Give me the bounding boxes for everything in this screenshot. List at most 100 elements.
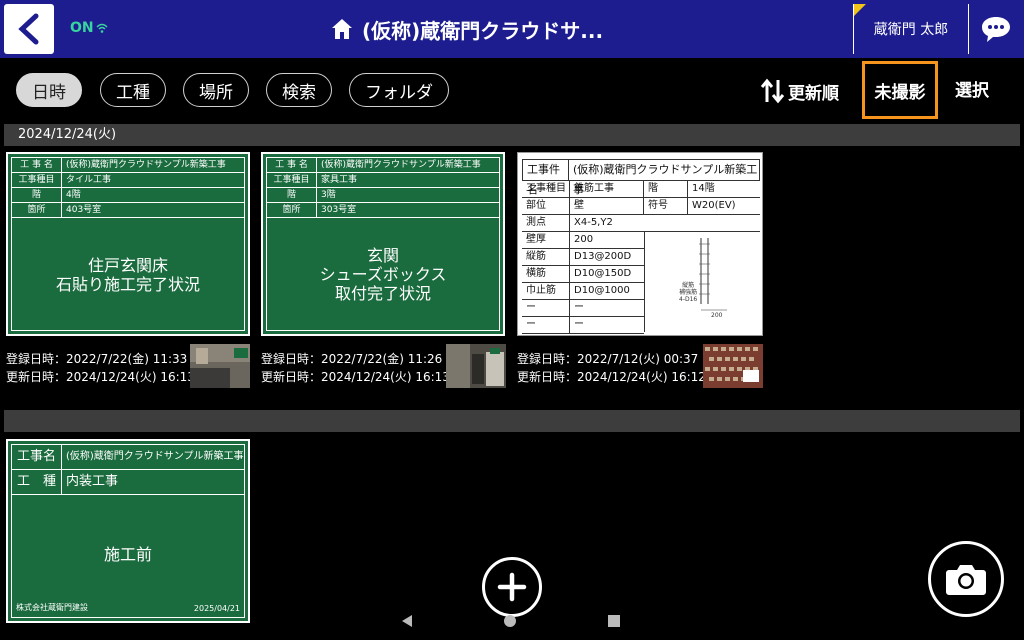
wboard-value: (仮称)蔵衛門クラウドサンプル新築工事 — [572, 163, 758, 196]
wboard-value: 14階 — [692, 183, 715, 194]
page-title-group[interactable]: (仮称)蔵衛門クラウドサ... — [330, 12, 603, 46]
photo-thumbnail[interactable] — [703, 344, 763, 388]
wboard-row: 測点 X4-5,Y2 — [522, 215, 760, 232]
sort-label: 更新順 — [788, 83, 839, 104]
board-key: 箇所 — [267, 203, 317, 217]
filter-location-button[interactable]: 場所 — [183, 73, 249, 107]
wboard-row: ー ー — [522, 317, 644, 334]
filter-toolbar: 日時 工種 場所 検索 フォルダ 更新順 未撮影 選択 — [0, 58, 1024, 124]
board-description: 住戸玄関床 石貼り施工完了状況 — [12, 256, 244, 294]
updated-date: 更新日時：2024/12/24(火) 16:13 — [6, 370, 195, 384]
filter-work-type-button[interactable]: 工種 — [100, 73, 166, 107]
date-group-header — [4, 410, 1020, 432]
camera-button[interactable] — [928, 541, 1004, 617]
nav-recents-icon[interactable] — [608, 615, 620, 627]
wboard-value: D13@200D — [574, 251, 632, 262]
board-value: 3階 — [321, 190, 336, 200]
wboard-row: 壁厚 200 — [522, 232, 644, 249]
connection-status-label: ON — [70, 20, 94, 36]
wboard-sketch-area: 縦筋 補強筋 4-D16 200 — [644, 232, 760, 332]
board-key: 階 — [267, 188, 317, 202]
wboard-key: 壁厚 — [522, 232, 570, 248]
photo-meta: 登録日時：2022/7/22(金) 11:26 更新日時：2024/12/24(… — [261, 350, 450, 386]
chat-button[interactable] — [972, 4, 1020, 54]
sketch-label: 200 — [711, 312, 723, 319]
wifi-icon — [96, 23, 108, 33]
blackboard-table: 工 事 名 (仮称)蔵衛門クラウドサンプル新築工事 工事種目 家具工事 階 3階 箇所… — [267, 158, 499, 218]
wboard-key: 符号 — [644, 198, 688, 214]
sort-arrows-icon — [760, 78, 785, 104]
updated-date: 更新日時：2024/12/24(火) 16:13 — [261, 370, 450, 384]
filter-date-button[interactable]: 日時 — [16, 73, 82, 107]
board-key: 工 種 — [12, 470, 62, 494]
app-header: ON (仮称)蔵衛門クラウドサ... 蔵衛門 太郎 — [0, 0, 1024, 58]
photo-thumbnail[interactable] — [190, 344, 250, 388]
photo-meta: 登録日時：2022/7/22(金) 11:33 更新日時：2024/12/24(… — [6, 350, 195, 386]
sketch-labels: 縦筋 補強筋 4-D16 — [679, 282, 697, 303]
filter-search-button[interactable]: 検索 — [266, 73, 332, 107]
wboard-key: ー — [522, 317, 570, 333]
add-button[interactable] — [482, 557, 542, 617]
board-value: (仮称)蔵衛門クラウドサンプル新築工事 — [321, 160, 481, 170]
board-description-line: 取付完了状況 — [334, 284, 431, 303]
photo-card[interactable]: 工事名 (仮称)蔵衛門クラウドサンプル新築工事 工 種内装工事 施工前 株式会社蔵… — [6, 439, 250, 623]
plus-icon — [497, 572, 527, 602]
board-value: 内装工事 — [66, 474, 119, 489]
board-key: 工 事 名 — [267, 158, 317, 172]
wboard-key: 工事種目 — [522, 181, 570, 197]
unshot-button[interactable]: 未撮影 — [862, 61, 938, 119]
user-corner-marker — [854, 4, 866, 16]
board-description-line: シューズボックス — [319, 265, 447, 284]
registered-date: 登録日時：2022/7/12(火) 00:37 — [517, 352, 699, 366]
photo-thumbnail[interactable] — [446, 344, 506, 388]
nav-back-icon[interactable] — [402, 615, 412, 627]
wboard-key: 工事件名 — [523, 160, 569, 196]
board-key: 工 事 名 — [12, 158, 62, 172]
wboard-value: D10@1000 — [574, 285, 630, 296]
blackboard-table: 工 事 名 (仮称)蔵衛門クラウドサンプル新築工事 工事種目 タイル工事 階 4階 箇… — [12, 158, 244, 218]
wboard-value: X4-5,Y2 — [574, 217, 613, 228]
page-title: (仮称)蔵衛門クラウドサ... — [362, 18, 604, 43]
home-icon — [332, 19, 352, 39]
sketch-label: 縦筋 — [682, 282, 695, 289]
wboard-value: 鉄筋工事 — [570, 181, 644, 197]
board-footer-date: 2025/04/21 — [193, 604, 240, 613]
filter-folder-button[interactable]: フォルダ — [349, 73, 449, 107]
board-value: 403号室 — [66, 205, 102, 215]
photo-card[interactable]: 工 事 名 (仮称)蔵衛門クラウドサンプル新築工事 工事種目 家具工事 階 3階 箇所… — [261, 152, 505, 336]
back-button[interactable] — [4, 4, 54, 54]
wboard-key: 縦筋 — [522, 249, 570, 265]
select-button[interactable]: 選択 — [955, 76, 989, 101]
photo-card[interactable]: 工 事 名 (仮称)蔵衛門クラウドサンプル新築工事 工事種目 タイル工事 階 4階 箇… — [6, 152, 250, 336]
nav-home-icon[interactable] — [504, 615, 516, 627]
chat-icon — [982, 17, 1010, 42]
wboard-value: 壁 — [570, 198, 644, 214]
rebar-sketch — [699, 238, 727, 311]
system-nav-bar — [402, 615, 620, 627]
board-value: 家具工事 — [321, 175, 358, 185]
user-menu[interactable]: 蔵衛門 太郎 — [853, 4, 969, 54]
blackboard: 工 事 名 (仮称)蔵衛門クラウドサンプル新築工事 工事種目 家具工事 階 3階 箇所… — [266, 157, 500, 331]
board-footer-company: 株式会社蔵衛門建設 — [16, 603, 88, 612]
board-key: 箇所 — [12, 203, 62, 217]
sort-button[interactable]: 更新順 — [760, 76, 839, 106]
wboard-row: 工事種目 鉄筋工事 階 14階 — [522, 181, 760, 198]
board-description: 施工前 — [12, 545, 244, 564]
blackboard: 工事名 (仮称)蔵衛門クラウドサンプル新築工事 工 種内装工事 施工前 株式会社蔵… — [11, 444, 245, 618]
board-description: 玄関 シューズボックス 取付完了状況 — [267, 246, 499, 303]
wboard-header-row: 工事件名 (仮称)蔵衛門クラウドサンプル新築工事 — [522, 159, 760, 196]
user-name: 蔵衛門 太郎 — [873, 22, 949, 38]
wboard-value: ー — [574, 319, 584, 330]
wboard-key: ー — [522, 300, 570, 316]
wboard-row: 部位 壁 符号 W20(EV) — [522, 198, 760, 215]
board-key: 階 — [12, 188, 62, 202]
updated-date: 更新日時：2024/12/24(火) 16:12 — [517, 370, 706, 384]
board-description-line: 石貼り施工完了状況 — [55, 275, 200, 294]
board-description-line: 施工前 — [103, 545, 152, 564]
back-icon — [18, 13, 39, 45]
photo-card[interactable]: 工事件名 (仮称)蔵衛門クラウドサンプル新築工事 工事種目 鉄筋工事 階 14階… — [517, 152, 763, 336]
wboard-value: 200 — [574, 234, 594, 245]
sketch-label: 4-D16 — [679, 296, 698, 303]
board-description-line: 玄関 — [366, 246, 399, 265]
board-value: タイル工事 — [66, 175, 112, 185]
